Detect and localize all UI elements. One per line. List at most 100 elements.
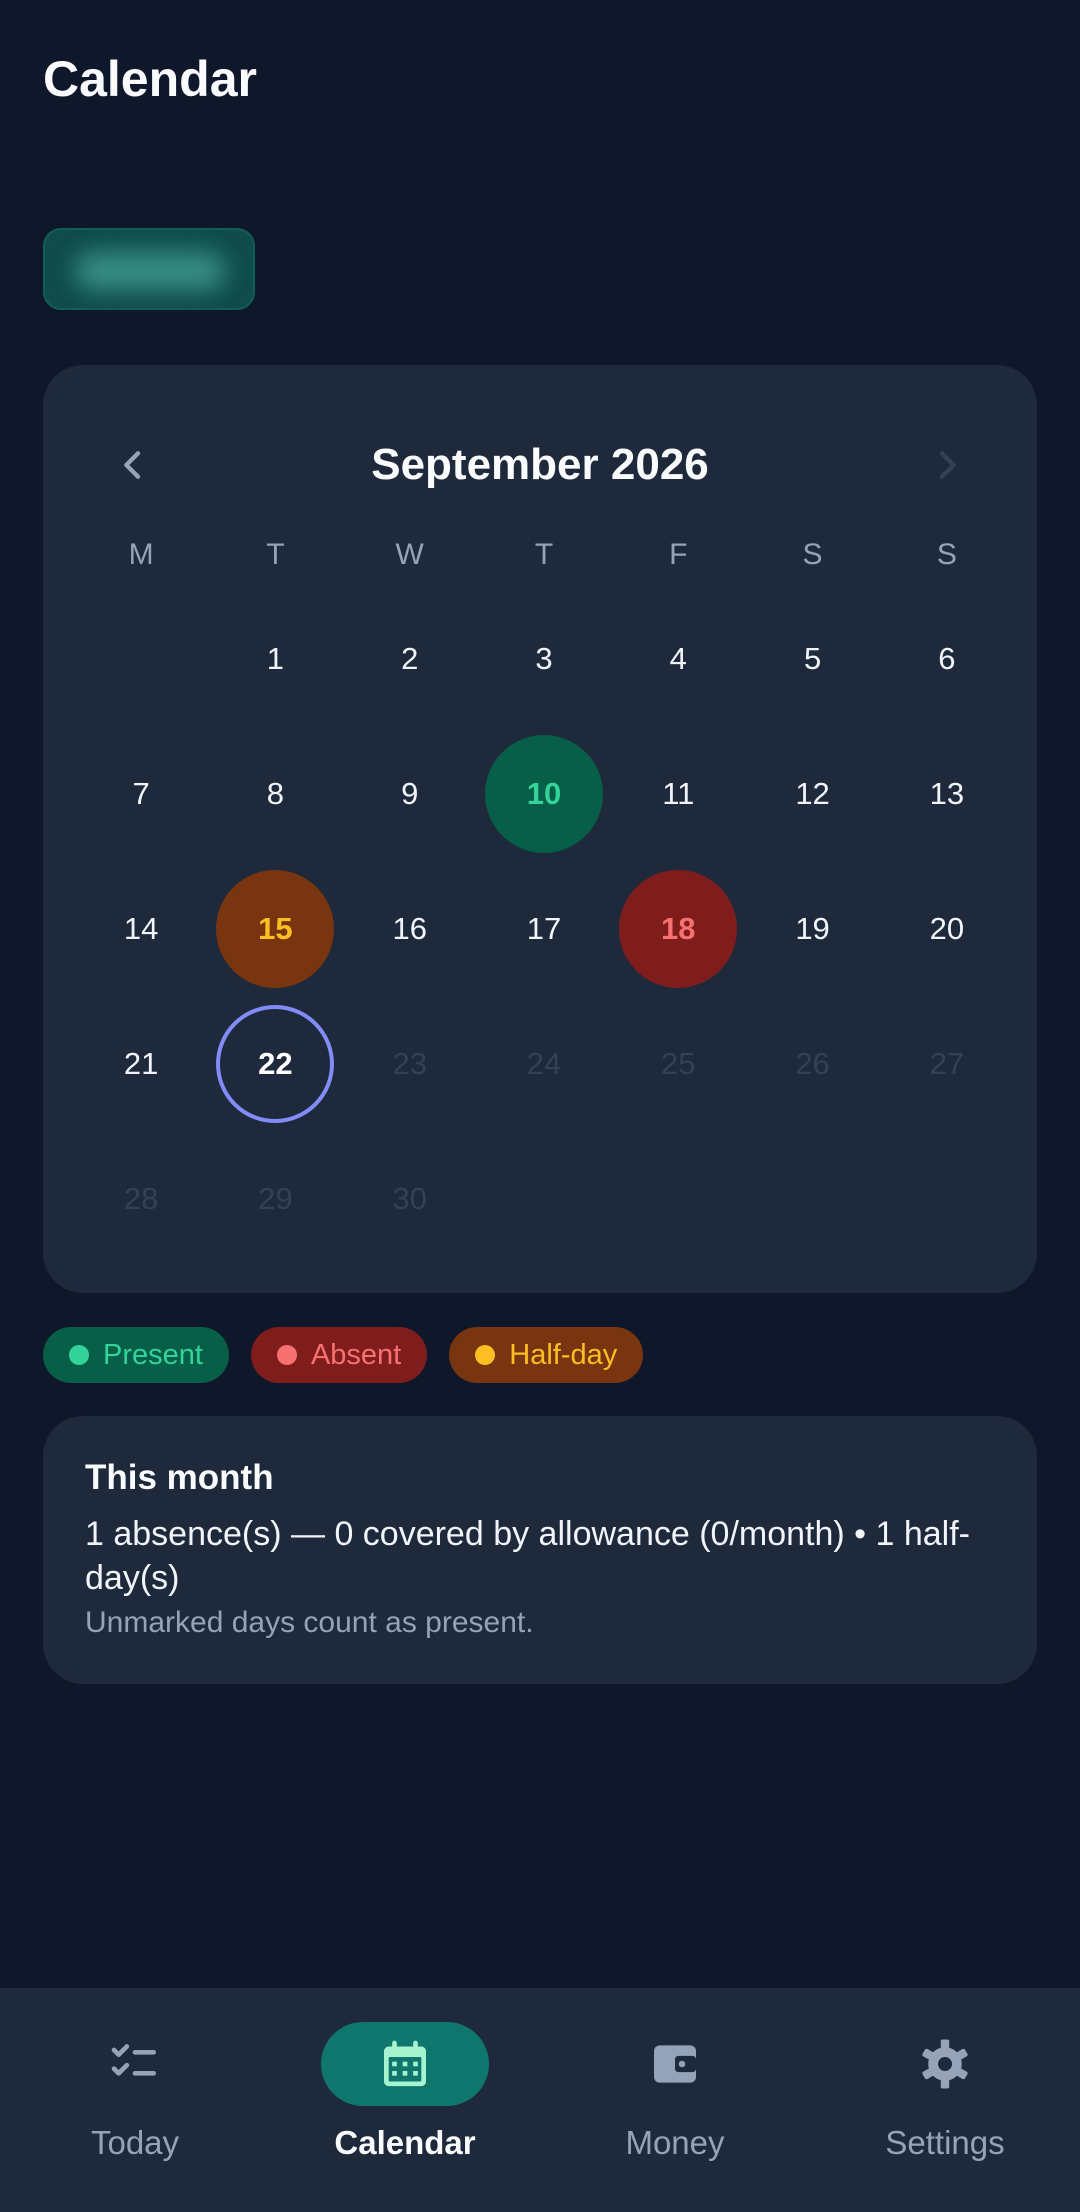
day-29-future: 29 bbox=[258, 1180, 293, 1216]
day-17[interactable]: 17 bbox=[485, 870, 603, 988]
day-28-future: 28 bbox=[123, 1180, 159, 1216]
day-6[interactable]: 6 bbox=[888, 600, 1006, 718]
nav-today-label: Today bbox=[90, 2124, 180, 2161]
nav-calendar-icon-wrap bbox=[321, 2022, 489, 2106]
day-cell: 17 bbox=[477, 861, 611, 996]
day-cell: 27 bbox=[880, 996, 1014, 1131]
calendar-icon bbox=[384, 2040, 426, 2087]
legend-absent-label: Absent bbox=[310, 1338, 402, 1371]
day-1[interactable]: 1 bbox=[216, 600, 334, 718]
calendar-screen: Calendar September 2026 MTWTFSS 12345678… bbox=[0, 0, 1080, 2212]
absent-dot-icon bbox=[276, 1345, 297, 1365]
day-cell: 14 bbox=[74, 861, 208, 996]
day-22-today[interactable]: 22 bbox=[216, 1004, 335, 1123]
day-cell: 15 bbox=[208, 861, 342, 996]
legend-absent: Absent bbox=[250, 1327, 428, 1383]
day-cell: 20 bbox=[880, 861, 1014, 996]
gear-icon bbox=[922, 2039, 968, 2089]
day-cell: 25 bbox=[611, 996, 745, 1131]
nav-money[interactable]: Money bbox=[540, 1988, 810, 2212]
day-cell: 30 bbox=[343, 1131, 477, 1266]
calendar-header: September 2026 bbox=[43, 425, 1037, 505]
day-19[interactable]: 19 bbox=[754, 870, 872, 988]
bottom-nav: Today Calendar Money Settings bbox=[0, 1988, 1080, 2212]
day-cell: 13 bbox=[880, 726, 1014, 861]
nav-calendar[interactable]: Calendar bbox=[270, 1988, 540, 2212]
day-12[interactable]: 12 bbox=[754, 735, 872, 853]
nav-money-label: Money bbox=[625, 2124, 725, 2161]
summary-card: This month 1 absence(s) — 0 covered by a… bbox=[43, 1416, 1037, 1684]
day-cell: 24 bbox=[477, 996, 611, 1131]
nav-today-icon-wrap bbox=[51, 2022, 219, 2106]
day-24-future: 24 bbox=[526, 1045, 562, 1081]
day-23-future: 23 bbox=[392, 1045, 427, 1081]
day-18-absent[interactable]: 18 bbox=[619, 869, 738, 988]
nav-settings[interactable]: Settings bbox=[810, 1988, 1080, 2212]
present-dot-icon bbox=[69, 1345, 89, 1365]
day-2[interactable]: 2 bbox=[351, 600, 469, 718]
day-cell: 3 bbox=[477, 591, 611, 726]
summary-title: This month bbox=[85, 1458, 274, 1497]
day-cell: 19 bbox=[745, 861, 879, 996]
day-25-future: 25 bbox=[661, 1045, 696, 1081]
month-label: September 2026 bbox=[371, 440, 709, 489]
wallet-icon bbox=[654, 2045, 696, 2083]
day-cell: 16 bbox=[343, 861, 477, 996]
half-day-dot-icon bbox=[475, 1345, 496, 1365]
weekday-label: M bbox=[128, 538, 154, 571]
next-month-button[interactable] bbox=[907, 425, 987, 505]
nav-settings-label: Settings bbox=[885, 2124, 1005, 2161]
weekday-label: T bbox=[534, 538, 554, 571]
day-15-half[interactable]: 15 bbox=[216, 869, 335, 988]
blurred-chip[interactable] bbox=[43, 228, 255, 310]
day-4[interactable]: 4 bbox=[619, 600, 737, 718]
legend-half-day-label: Half-day bbox=[509, 1338, 618, 1371]
chevron-right-icon bbox=[939, 451, 956, 479]
day-cell: 4 bbox=[611, 591, 745, 726]
day-cell: 18 bbox=[611, 861, 745, 996]
day-21[interactable]: 21 bbox=[82, 1005, 200, 1123]
day-16[interactable]: 16 bbox=[351, 870, 469, 988]
day-cell: 9 bbox=[343, 726, 477, 861]
day-cell: 5 bbox=[745, 591, 879, 726]
day-7[interactable]: 7 bbox=[82, 735, 200, 853]
day-3[interactable]: 3 bbox=[485, 600, 603, 718]
day-9[interactable]: 9 bbox=[351, 735, 469, 853]
day-20[interactable]: 20 bbox=[888, 870, 1006, 988]
day-5[interactable]: 5 bbox=[754, 600, 872, 718]
day-14[interactable]: 14 bbox=[82, 870, 200, 988]
nav-money-icon-wrap bbox=[591, 2022, 759, 2106]
weekday-label: S bbox=[802, 538, 823, 571]
day-cell: 23 bbox=[343, 996, 477, 1131]
day-26-future: 26 bbox=[795, 1045, 830, 1081]
day-cell: 21 bbox=[74, 996, 208, 1131]
day-cell: 22 bbox=[208, 996, 342, 1131]
weekday-label: F bbox=[669, 538, 688, 571]
weekday-label: T bbox=[266, 538, 285, 571]
page-title: Calendar bbox=[43, 51, 257, 107]
day-13[interactable]: 13 bbox=[888, 735, 1006, 853]
weekday-label: S bbox=[936, 538, 957, 571]
empty-cell bbox=[74, 591, 208, 726]
checklist-icon bbox=[111, 2044, 156, 2076]
day-10-present[interactable]: 10 bbox=[484, 734, 603, 853]
day-30-future: 30 bbox=[392, 1180, 427, 1216]
day-cell: 6 bbox=[880, 591, 1014, 726]
day-27-future: 27 bbox=[929, 1045, 965, 1081]
nav-today[interactable]: Today bbox=[0, 1988, 270, 2212]
day-8[interactable]: 8 bbox=[216, 735, 334, 853]
day-cell: 2 bbox=[343, 591, 477, 726]
summary-line: 1 absence(s) — 0 covered by allowance (0… bbox=[85, 1515, 970, 1597]
day-11[interactable]: 11 bbox=[619, 735, 737, 853]
weekday-header: MTWTFSS bbox=[74, 535, 1014, 575]
day-cell: 26 bbox=[745, 996, 879, 1131]
calendar-card: September 2026 MTWTFSS 1 2 3 4 5 6 7 8 9 10 11 12 13… bbox=[43, 365, 1037, 1293]
nav-calendar-label: Calendar bbox=[334, 2124, 476, 2161]
day-cell: 11 bbox=[611, 726, 745, 861]
legend-present-label: Present bbox=[103, 1338, 203, 1371]
legend-half-day: Half-day bbox=[449, 1327, 644, 1383]
day-cell: 7 bbox=[74, 726, 208, 861]
legend-present: Present bbox=[43, 1327, 229, 1383]
blurred-chip-content bbox=[75, 252, 225, 290]
day-cell: 1 bbox=[208, 591, 342, 726]
